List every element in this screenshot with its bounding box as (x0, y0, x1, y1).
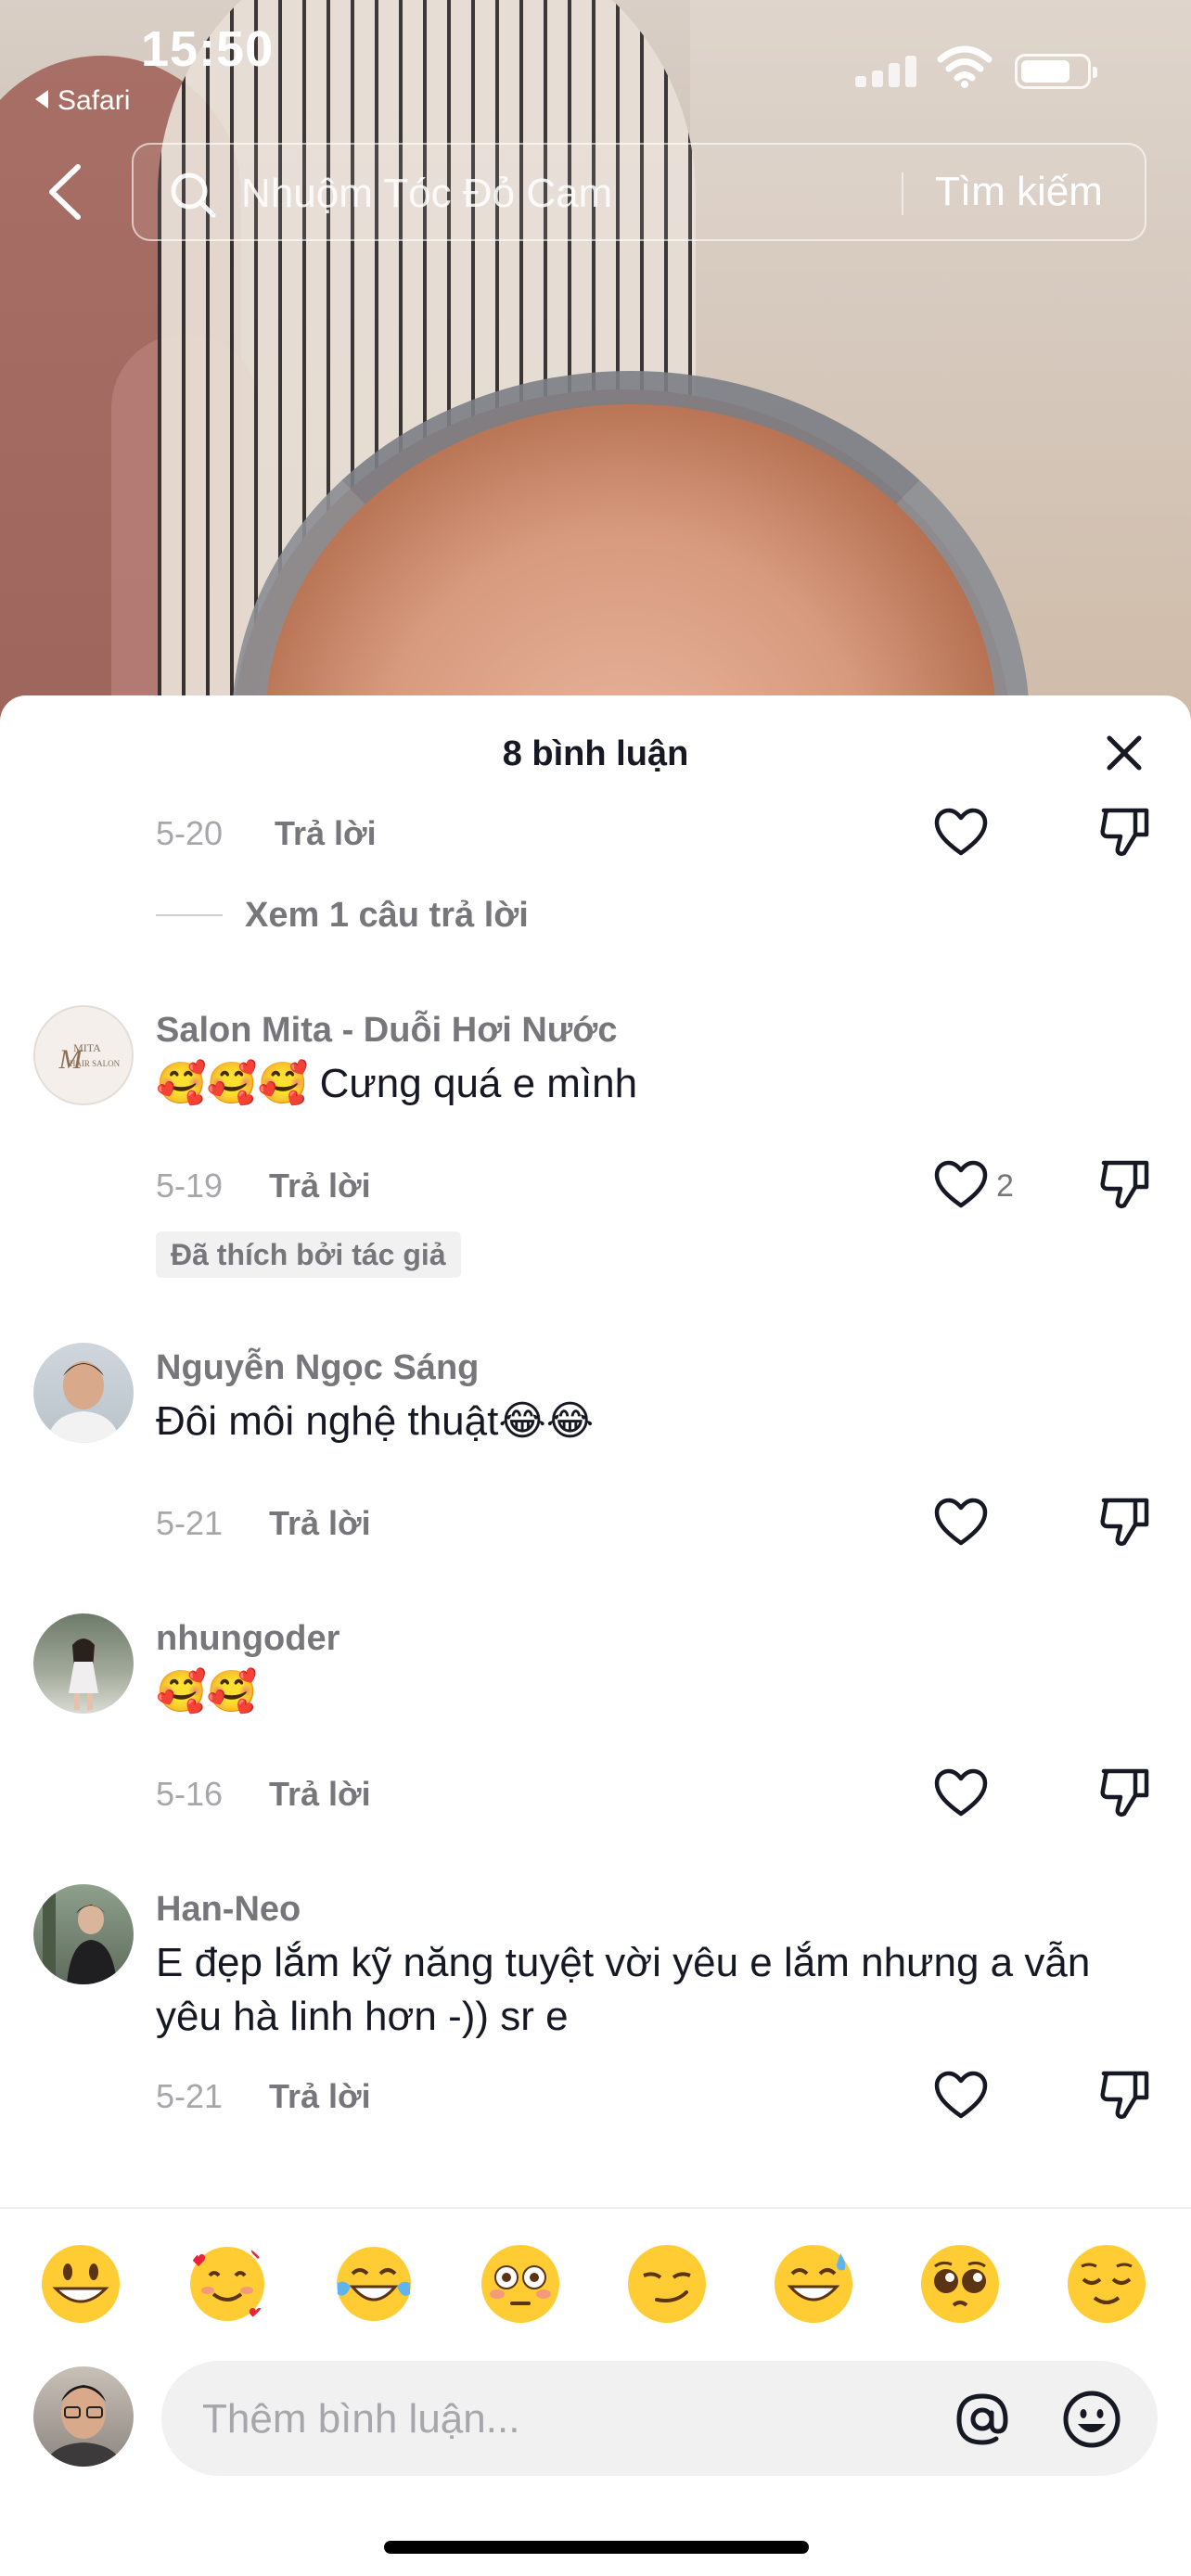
avatar[interactable] (33, 1613, 134, 1714)
comment-date: 5-20 (156, 814, 224, 852)
smirking-face-icon[interactable] (625, 2242, 709, 2326)
comment-text: 🥰🥰 (156, 1669, 258, 1715)
quick-emoji-bar (0, 2242, 1191, 2363)
dislike-icon[interactable] (1098, 805, 1152, 859)
heart-icon[interactable] (933, 2070, 989, 2122)
user-photo (45, 2385, 122, 2467)
home-indicator (384, 2541, 809, 2554)
comments-sheet: 8 bình luận 5-20 Trả lời Xem 1 câu trả l… (0, 695, 1191, 2576)
salon-logo-icon: MITA M HAIR SALON (58, 1041, 121, 1075)
flushed-face-icon[interactable] (479, 2242, 562, 2326)
grinning-face-with-sweat-icon[interactable] (772, 2242, 855, 2326)
search-button[interactable]: Tìm kiếm (935, 169, 1103, 215)
comment-date: 5-19 (156, 1167, 224, 1205)
reply-button[interactable]: Trả lời (275, 814, 377, 853)
search-input[interactable]: Nhuộm Tóc Đỏ Cam (241, 171, 612, 217)
svg-text:HAIR SALON: HAIR SALON (70, 1059, 121, 1068)
comment-username[interactable]: nhungoder (156, 1619, 339, 1659)
avatar[interactable] (33, 1884, 134, 1984)
reply-button[interactable]: Trả lời (269, 1504, 371, 1543)
back-to-app-link[interactable]: Safari (35, 85, 130, 117)
comment-text: E đẹp lắm kỹ năng tuyệt vời yêu e lắm nh… (156, 1940, 1091, 2039)
view-replies-link[interactable]: Xem 1 câu trả lời (245, 896, 529, 936)
search-bar[interactable]: Nhuộm Tóc Đỏ Cam Tìm kiếm (132, 143, 1146, 241)
user-photo (46, 1361, 121, 1443)
video-background (0, 0, 1191, 742)
search-icon (171, 172, 216, 218)
dislike-icon[interactable] (1098, 1157, 1152, 1211)
avatar[interactable]: MITA M HAIR SALON (33, 1005, 134, 1105)
close-button[interactable] (1102, 731, 1146, 775)
emoji-picker-icon[interactable] (1061, 2389, 1122, 2450)
avatar[interactable] (33, 1343, 134, 1443)
reply-button[interactable]: Trả lời (269, 1167, 371, 1205)
relieved-face-icon[interactable] (1065, 2242, 1148, 2326)
smiling-face-with-hearts-icon[interactable] (186, 2242, 269, 2326)
back-arrow-icon (35, 90, 48, 108)
heart-icon[interactable] (933, 807, 989, 859)
comments-count-title: 8 bình luận (502, 734, 689, 773)
pleading-face-icon[interactable] (918, 2242, 1002, 2326)
grinning-face-icon[interactable] (39, 2242, 122, 2326)
like-count: 2 (996, 1168, 1014, 1204)
comment-username[interactable]: Han-Neo (156, 1890, 301, 1930)
face-with-tears-of-joy-icon[interactable] (332, 2242, 416, 2326)
back-button[interactable] (37, 159, 93, 224)
comment-username[interactable]: Salon Mita - Duỗi Hơi Nước (156, 1011, 617, 1051)
view-replies-line (156, 914, 223, 916)
reply-button[interactable]: Trả lời (269, 1775, 371, 1814)
comment-input[interactable]: Thêm bình luận... (161, 2361, 1158, 2476)
mention-icon[interactable] (952, 2389, 1013, 2450)
comment-text: 🥰🥰🥰 Cưng quá e mình (156, 1061, 638, 1106)
comment-date: 5-16 (156, 1775, 224, 1813)
my-avatar[interactable] (33, 2366, 134, 2467)
heart-icon[interactable] (933, 1497, 989, 1549)
comment-text: Đôi môi nghệ thuật😂😂 (156, 1398, 595, 1444)
search-divider (902, 172, 903, 215)
composer-divider (0, 2207, 1191, 2209)
comment-date: 5-21 (156, 1504, 224, 1542)
dislike-icon[interactable] (1098, 1766, 1152, 1819)
user-photo (43, 1894, 117, 1984)
cellular-signal-icon (855, 54, 920, 87)
battery-icon (1015, 54, 1097, 89)
dislike-icon[interactable] (1098, 2068, 1152, 2122)
heart-icon[interactable] (933, 1159, 989, 1211)
dislike-icon[interactable] (1098, 1495, 1152, 1549)
heart-icon[interactable] (933, 1767, 989, 1819)
wifi-icon (937, 45, 992, 88)
comment-date: 5-21 (156, 2077, 224, 2115)
reply-button[interactable]: Trả lời (269, 2077, 371, 2116)
user-photo (69, 1639, 98, 1710)
status-time: 15:50 (141, 21, 275, 77)
back-to-app-label: Safari (58, 85, 131, 116)
comment-username[interactable]: Nguyễn Ngọc Sáng (156, 1348, 479, 1388)
comment-input-placeholder: Thêm bình luận... (202, 2396, 520, 2442)
liked-by-author-badge: Đã thích bởi tác giả (156, 1231, 461, 1278)
